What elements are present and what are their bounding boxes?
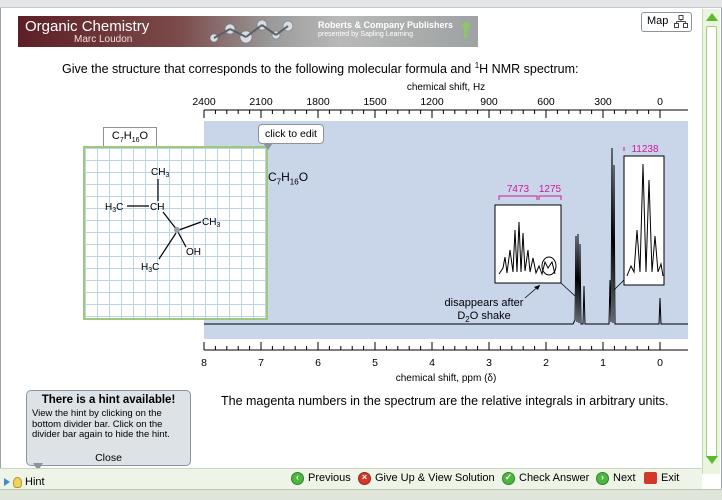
integral-mid: 1275 [539, 184, 562, 195]
formula-label: C7H16O [268, 170, 309, 187]
click-to-edit-button[interactable]: click to edit [258, 124, 324, 150]
atom-oh: OH [186, 247, 201, 258]
give-up-icon: × [358, 471, 371, 485]
ppm-tick-label: 3 [486, 357, 492, 369]
bond-bottom [158, 232, 177, 260]
hz-tick-label: 600 [537, 96, 555, 108]
lightbulb-icon [13, 476, 22, 488]
ppm-tick-group: 8 7 6 5 4 3 2 1 0 [201, 342, 663, 369]
give-up-label: Give Up & View Solution [375, 472, 495, 484]
atom-ch3-top: CH3 [151, 167, 169, 179]
integral-note: The magenta numbers in the spectrum are … [221, 394, 669, 408]
ppm-tick-label: 0 [657, 357, 663, 369]
structure-editor[interactable]: CH3 H3C CH CH3 OH H3C [83, 146, 268, 320]
top-axis-title: chemical shift, Hz [407, 82, 485, 93]
inset-left [494, 204, 562, 284]
bond-right [178, 221, 202, 231]
ppm-tick-label: 1 [600, 357, 606, 369]
structure-drawing: CH3 H3C CH CH3 OH H3C [105, 167, 220, 274]
bond-oh [177, 231, 187, 248]
hz-tick-label: 300 [594, 96, 612, 108]
bottom-axis-title: chemical shift, ppm (δ) [396, 373, 497, 384]
integral-left: 7473 [507, 184, 530, 195]
hz-tick-label: 1800 [306, 96, 330, 108]
check-answer-button[interactable]: ✓ Check Answer [502, 470, 589, 486]
hz-tick-label: 2400 [192, 96, 216, 108]
ppm-tick-label: 6 [315, 357, 321, 369]
ppm-tick-label: 4 [429, 357, 435, 369]
hint-popup: There is a hint available! View the hint… [26, 390, 191, 466]
hint-toggle-label: Hint [25, 476, 45, 488]
atom-ch3-right: CH3 [202, 217, 220, 229]
previous-label: Previous [308, 472, 351, 484]
exit-label: Exit [661, 472, 680, 484]
ppm-tick-label: 8 [201, 357, 207, 369]
bottom-divider-bar[interactable] [0, 489, 722, 500]
bond-center [162, 211, 178, 231]
previous-arrow-icon: ‹ [291, 471, 304, 485]
atom-h3c-left: H3C [105, 202, 123, 214]
hint-toggle[interactable]: Hint [4, 476, 45, 488]
exit-door-icon [644, 472, 657, 484]
hz-tick-label: 1500 [363, 96, 387, 108]
checkmark-icon: ✓ [502, 471, 515, 485]
hz-tick-label: 1200 [420, 96, 444, 108]
ppm-tick-label: 5 [372, 357, 378, 369]
next-button[interactable]: › Next [596, 470, 636, 486]
check-answer-label: Check Answer [519, 472, 590, 484]
hint-title: There is a hint available! [41, 394, 176, 406]
hz-tick-label: 0 [657, 96, 663, 108]
inset-right [623, 155, 665, 286]
hz-tick-group: 2400 2100 1800 1500 1200 900 600 300 0 [192, 96, 663, 118]
ppm-tick-label: 2 [543, 357, 549, 369]
next-arrow-icon: › [596, 471, 609, 485]
atom-ch: CH [150, 202, 164, 213]
atom-h3c-bottom: H3C [141, 262, 159, 274]
structure-tab[interactable]: C7H16O [103, 127, 157, 146]
previous-button[interactable]: ‹ Previous [291, 470, 351, 486]
hint-close-button[interactable]: Close [27, 452, 190, 464]
next-label: Next [613, 472, 636, 484]
expand-triangle-icon [4, 478, 10, 486]
exit-button[interactable]: Exit [644, 470, 679, 486]
hz-tick-label: 2100 [249, 96, 273, 108]
hint-body: View the hint by clicking on the bottom … [32, 408, 170, 440]
selected-atom-marker [174, 227, 180, 233]
give-up-button[interactable]: × Give Up & View Solution [358, 470, 495, 486]
hz-tick-label: 900 [480, 96, 498, 108]
integral-right: 11238 [631, 144, 659, 155]
ppm-tick-label: 7 [258, 357, 264, 369]
annotation-line1: disappears after [445, 297, 524, 309]
